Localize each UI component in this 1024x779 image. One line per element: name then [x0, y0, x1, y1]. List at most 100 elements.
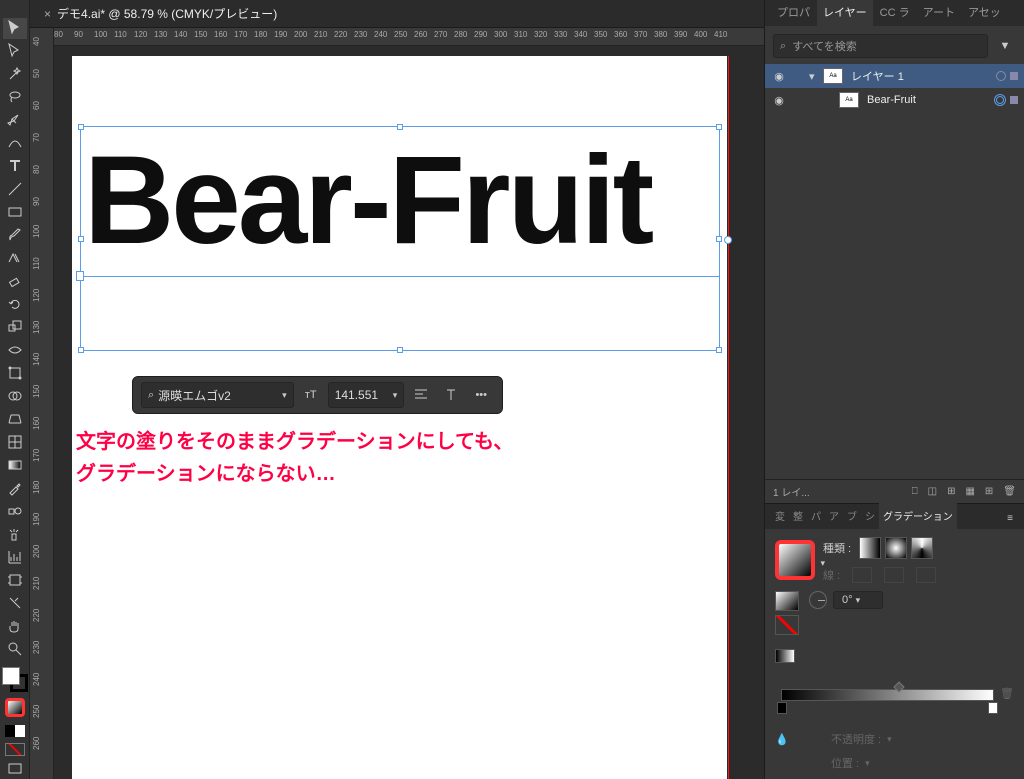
artwork-text[interactable]: Bear-Fruit [84, 138, 651, 263]
new-layer-icon[interactable]: ▦ [965, 486, 974, 497]
fill-stroke-indicator[interactable] [2, 667, 28, 692]
font-size-field[interactable]: ▾ [328, 382, 405, 408]
more-options-button[interactable]: ••• [468, 382, 494, 408]
type-tool[interactable] [3, 156, 27, 177]
target-icon[interactable] [994, 94, 1006, 106]
screen-mode[interactable] [3, 758, 27, 779]
layer-row[interactable]: ◉ Aa Bear-Fruit [765, 88, 1024, 112]
curvature-tool[interactable] [3, 133, 27, 154]
color-mode[interactable] [5, 725, 25, 736]
width-tool[interactable] [3, 340, 27, 361]
tab-symbols[interactable]: シ [861, 503, 879, 529]
gradient-indicator[interactable] [5, 698, 25, 717]
blend-tool[interactable] [3, 500, 27, 521]
clipping-mask-icon[interactable]: ◫ [928, 486, 937, 497]
gradient-tool[interactable] [3, 454, 27, 475]
angle-field[interactable]: 0° ▾ [833, 591, 883, 609]
reverse-gradient-button[interactable] [775, 649, 795, 663]
tab-transform[interactable]: 変 [771, 503, 789, 529]
tab-assets[interactable]: アセッ [962, 0, 1007, 26]
character-panel-button[interactable] [438, 382, 464, 408]
tab-close-icon[interactable]: × [44, 7, 51, 21]
tab-gradient[interactable]: グラデーション [879, 503, 957, 529]
vertical-ruler[interactable]: 4050607080901001101201301401501601701801… [30, 28, 54, 779]
radial-gradient-button[interactable] [885, 537, 907, 559]
font-family-field[interactable]: ⌕ ▾ [141, 382, 294, 408]
locate-object-icon[interactable]: ⎕ [912, 486, 918, 497]
selection-tool[interactable] [3, 18, 27, 39]
rectangle-tool[interactable] [3, 202, 27, 223]
angle-dial[interactable] [809, 591, 827, 609]
tab-brushes[interactable]: ブ [843, 503, 861, 529]
perspective-tool[interactable] [3, 408, 27, 429]
chevron-down-icon[interactable]: ▾ [393, 390, 398, 401]
panel-menu-icon[interactable]: ≡ [1002, 508, 1018, 529]
direct-selection-tool[interactable] [3, 41, 27, 62]
tab-pathfinder[interactable]: パ [807, 503, 825, 529]
gradient-slider[interactable]: 🗑 [775, 677, 1014, 717]
tab-cc-libraries[interactable]: CC ラ [874, 0, 916, 26]
gradient-fill-swatch[interactable] [775, 591, 799, 611]
magic-wand-tool[interactable] [3, 64, 27, 85]
shaper-tool[interactable] [3, 248, 27, 269]
tab-artboards[interactable]: アート [917, 0, 961, 26]
linear-gradient-button[interactable] [859, 537, 881, 559]
pen-tool[interactable] [3, 110, 27, 131]
eyedropper-tool[interactable] [3, 477, 27, 498]
guide-line[interactable] [728, 56, 729, 779]
gradient-stop-left[interactable] [777, 702, 787, 714]
freeform-gradient-button[interactable] [911, 537, 933, 559]
gradient-stop-right[interactable] [988, 702, 998, 714]
layer-name[interactable]: Bear-Fruit [863, 94, 990, 106]
document-tab[interactable]: × デモ4.ai* @ 58.79 % (CMYK/プレビュー) [34, 1, 287, 26]
add-icon[interactable]: ⊞ [985, 486, 993, 497]
tab-appearance[interactable]: ア [825, 503, 843, 529]
font-family-input[interactable] [158, 388, 278, 402]
mesh-tool[interactable] [3, 431, 27, 452]
chevron-down-icon[interactable]: ▾ [282, 390, 287, 401]
brush-tool[interactable] [3, 225, 27, 246]
layer-search-input[interactable]: ⌕ すべてを検索 [773, 34, 988, 58]
canvas[interactable]: Bear-Fruit ⌕ ▾ тT ▾ [54, 46, 764, 779]
new-sublayer-icon[interactable]: ⊞ [947, 486, 955, 497]
layer-name[interactable]: レイヤー 1 [847, 68, 992, 84]
graph-tool[interactable] [3, 546, 27, 567]
target-icon[interactable] [996, 71, 1006, 81]
scale-tool[interactable] [3, 317, 27, 338]
text-in-port[interactable] [76, 271, 84, 281]
disclosure-icon[interactable]: ▾ [809, 70, 819, 83]
delete-stop-icon[interactable]: 🗑 [1000, 687, 1014, 700]
delete-icon[interactable]: 🗑 [1003, 486, 1016, 497]
artboard-tool[interactable] [3, 569, 27, 590]
visibility-toggle[interactable]: ◉ [771, 70, 787, 83]
lasso-tool[interactable] [3, 87, 27, 108]
layer-row[interactable]: ◉ ▾ Aa レイヤー 1 [765, 64, 1024, 88]
slice-tool[interactable] [3, 592, 27, 613]
text-out-port[interactable] [724, 236, 732, 244]
free-transform-tool[interactable] [3, 363, 27, 384]
symbol-sprayer-tool[interactable] [3, 523, 27, 544]
gradient-stroke-swatch[interactable] [775, 615, 799, 635]
rotate-tool[interactable] [3, 294, 27, 315]
eyedropper-icon[interactable]: 💧 [775, 733, 793, 746]
zoom-tool[interactable] [3, 638, 27, 659]
line-tool[interactable] [3, 179, 27, 200]
filter-icon[interactable]: ▼ [994, 40, 1016, 52]
stroke-gradient-across[interactable] [916, 567, 936, 583]
none-mode[interactable] [5, 743, 25, 756]
horizontal-ruler[interactable]: 8090100110120130140150160170180190200210… [54, 28, 764, 46]
gradient-preview[interactable]: ▾ [775, 540, 815, 580]
chevron-down-icon[interactable]: ▾ [820, 558, 825, 569]
paragraph-align-button[interactable] [408, 382, 434, 408]
font-size-input[interactable] [335, 388, 389, 402]
tab-align[interactable]: 整 [789, 503, 807, 529]
visibility-toggle[interactable]: ◉ [771, 94, 787, 107]
stroke-gradient-along[interactable] [884, 567, 904, 583]
tab-properties[interactable]: プロパ [771, 0, 816, 26]
stroke-label: 線 : [823, 567, 840, 583]
hand-tool[interactable] [3, 615, 27, 636]
eraser-tool[interactable] [3, 271, 27, 292]
tab-layers[interactable]: レイヤー [817, 0, 873, 26]
shape-builder-tool[interactable] [3, 386, 27, 407]
stroke-gradient-within[interactable] [852, 567, 872, 583]
